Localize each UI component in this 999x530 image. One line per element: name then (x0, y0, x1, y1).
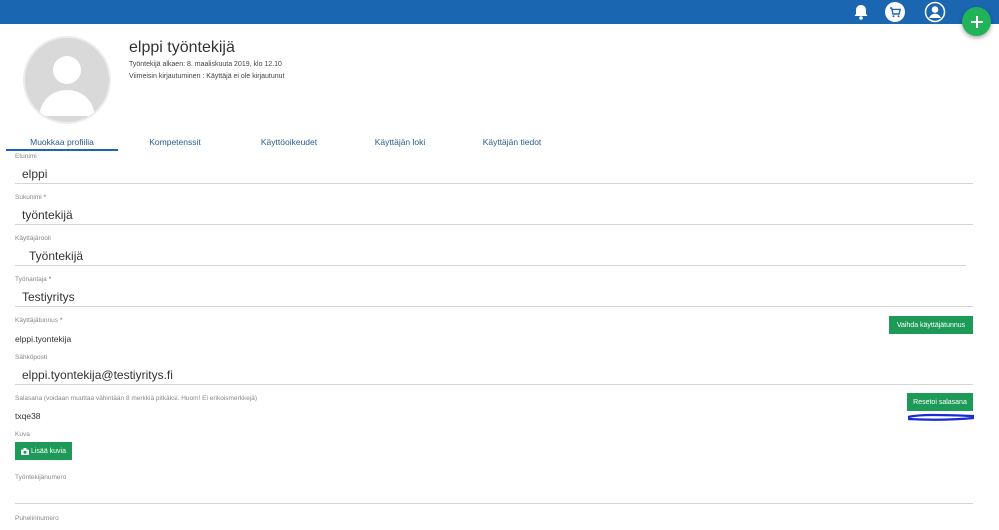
tab-edit-profile[interactable]: Muokkaa profiilia (6, 137, 118, 147)
last-name-label: Sukunimi * (15, 194, 47, 201)
employer-field[interactable] (15, 287, 973, 307)
user-icon[interactable] (924, 1, 946, 23)
email-label: Sähköposti (15, 354, 48, 361)
employee-number-label: Työntekijänumero (15, 474, 67, 481)
tab-user-log[interactable]: Käyttäjän loki (350, 137, 450, 147)
avatar (23, 36, 111, 124)
annotation-scribble (907, 413, 975, 421)
employee-number-field[interactable] (15, 484, 973, 504)
tab-permissions[interactable]: Käyttöoikeudet (239, 137, 339, 147)
tab-competences[interactable]: Kompetenssit (125, 137, 225, 147)
change-username-button[interactable]: Vaihda käyttäjätunnus (889, 316, 973, 334)
first-name-field[interactable] (15, 164, 973, 184)
password-value: txqe38 (15, 411, 41, 421)
active-tab-indicator (6, 149, 118, 151)
user-name: elppi työntekijä (129, 39, 235, 56)
plus-icon (970, 15, 983, 28)
image-label: Kuva (15, 431, 30, 438)
username-value: elppi.tyontekija (15, 334, 72, 344)
profile-tabs: Muokkaa profiilia Kompetenssit Käyttöoik… (6, 134, 974, 152)
password-label: Salasana (voidaan muuttaa vähintään 8 me… (15, 395, 258, 402)
camera-icon (20, 447, 29, 455)
reset-password-button[interactable]: Resetoi salasana (907, 393, 973, 411)
employer-label: Työnantaja * (15, 276, 52, 283)
last-login: Viimeisin kirjautuminen : Käyttäjä ei ol… (129, 73, 285, 80)
cart-icon[interactable] (884, 1, 906, 23)
bell-icon[interactable] (850, 1, 872, 23)
phone-label: Puhelinnumero (15, 515, 59, 522)
username-label: Käyttäjätunnus * (15, 317, 63, 324)
first-name-label: Etunimi (15, 153, 37, 160)
role-select[interactable]: Työntekijä (15, 246, 966, 266)
employee-since: Työntekijä alkaen: 8. maaliskuuta 2019, … (129, 61, 282, 68)
add-images-button[interactable]: Lisää kuvia (15, 442, 72, 460)
role-label: Käyttäjärooli (15, 235, 51, 242)
add-button[interactable] (962, 7, 991, 36)
last-name-field[interactable] (15, 205, 973, 225)
tab-user-details[interactable]: Käyttäjän tiedot (462, 137, 562, 147)
top-navigation-bar (0, 0, 999, 24)
email-field[interactable] (15, 365, 973, 385)
